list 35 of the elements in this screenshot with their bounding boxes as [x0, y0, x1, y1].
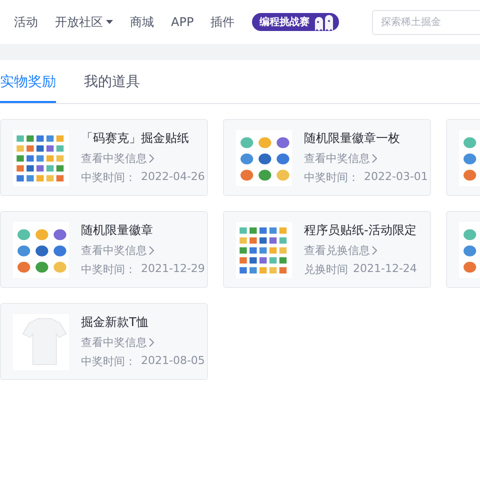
product-photo [13, 130, 69, 186]
prize-title: 随机限量徽章 [81, 222, 154, 239]
time-label: 中奖时间： [304, 170, 359, 185]
date-text: 2021-12-24 [353, 262, 417, 277]
tab[interactable]: 实物奖励 [0, 60, 56, 103]
date-text: 2022-04-26 [141, 170, 205, 185]
nav-link[interactable]: 商城 [130, 14, 154, 30]
date-text: 2022-03-01 [364, 170, 428, 185]
tshirt-photo [13, 314, 69, 370]
chevron-right-icon [372, 246, 377, 255]
product-photo [13, 222, 69, 278]
time-label: 中奖时间： [81, 170, 136, 185]
mascot-icon [312, 13, 335, 31]
time-label: 中奖时间： [81, 262, 136, 277]
time-label: 兑换时间 [304, 262, 348, 277]
chevron-right-icon [149, 154, 154, 163]
prize-title: 程序员贴纸-活动限定 [304, 222, 417, 239]
date-text: 2021-12-29 [141, 262, 205, 277]
nav-link[interactable]: 活动 [14, 14, 38, 30]
prize-title: 「码赛克」掘金贴纸 [81, 130, 190, 147]
chevron-right-icon [149, 338, 154, 347]
nav-link[interactable]: 开放社区 [55, 14, 113, 30]
chevron-right-icon [372, 154, 377, 163]
prize-title: 掘金新款T恤 [81, 314, 150, 331]
nav-link[interactable]: 插件 [210, 14, 235, 30]
prize-title: 随机限量徽章一枚 [304, 130, 401, 147]
product-photo [236, 130, 292, 186]
tab[interactable]: 我的道具 [84, 60, 140, 103]
chevron-right-icon [149, 246, 154, 255]
search-field[interactable]: 探索稀土掘金 [372, 10, 480, 34]
nav-link[interactable]: APP [171, 15, 194, 29]
time-label: 中奖时间： [81, 354, 136, 369]
product-photo [236, 222, 292, 278]
date-text: 2021-08-05 [141, 354, 205, 369]
challenge-badge[interactable]: 编程挑战赛 [252, 13, 339, 31]
